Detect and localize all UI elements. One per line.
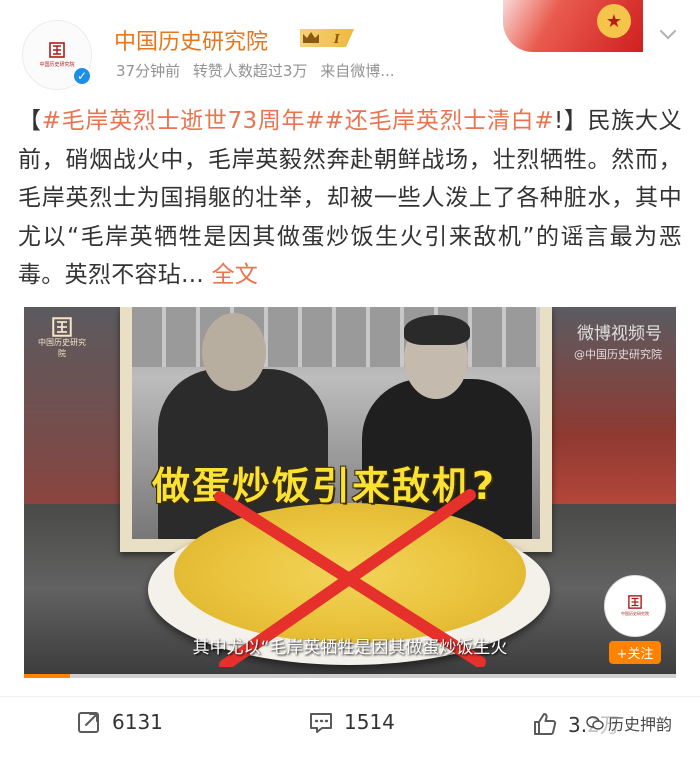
post-body: !】民族大义前，硝烟战火中，毛岸英毅然奔赴朝鲜战场，壮烈牺牲。然而，毛岸英烈士为… bbox=[18, 108, 682, 288]
comment-button[interactable]: 1514 bbox=[308, 709, 395, 735]
thumbs-up-icon bbox=[534, 712, 557, 735]
open-bracket: 【 bbox=[18, 108, 42, 134]
seal-icon bbox=[52, 317, 72, 337]
repost-button[interactable]: 6131 bbox=[76, 709, 163, 735]
seal-icon bbox=[628, 595, 642, 609]
avatar-text: 中国历史研究院 bbox=[39, 62, 75, 68]
channel-logo-text: 中国历史研究院 bbox=[38, 338, 86, 358]
post-text: 【#毛岸英烈士逝世73周年##还毛岸英烈士清白#!】民族大义前，硝烟战火中，毛岸… bbox=[18, 102, 682, 295]
channel-logo: 中国历史研究院 bbox=[38, 317, 86, 359]
star-emblem-icon: ★ bbox=[597, 4, 631, 38]
header-decoration: ★ bbox=[503, 0, 643, 52]
full-text-link[interactable]: 全文 bbox=[212, 262, 259, 288]
source-watermark-text: 历史押韵 bbox=[608, 715, 673, 734]
follow-avatar[interactable]: 中国历史研究院 bbox=[604, 575, 666, 637]
verified-icon: ✓ bbox=[72, 66, 92, 86]
weibo-video-handle: @中国历史研究院 bbox=[574, 348, 662, 361]
seal-icon bbox=[49, 42, 65, 58]
wechat-icon bbox=[586, 716, 604, 730]
video-progress-fill bbox=[24, 674, 70, 678]
video-player[interactable]: 中国历史研究院 微博视频号 @中国历史研究院 做蛋炒饭引来敌机? 其中尤以“毛岸… bbox=[24, 307, 676, 674]
action-bar: 6131 1514 3.2万 历史押韵 bbox=[0, 696, 700, 758]
level-text: I bbox=[333, 32, 340, 46]
post-meta: 37分钟前 转赞人数超过3万 来自微博... bbox=[116, 60, 403, 81]
topic-link-2[interactable]: #还毛岸英烈士清白# bbox=[325, 108, 554, 134]
repost-count: 6131 bbox=[112, 710, 163, 734]
source-watermark: 历史押韵 bbox=[586, 711, 673, 735]
user-name[interactable]: 中国历史研究院 bbox=[114, 24, 268, 56]
follow-button[interactable]: +关注 bbox=[608, 641, 662, 664]
level-badge: I bbox=[300, 29, 354, 47]
topic-link-1[interactable]: #毛岸英烈士逝世73周年# bbox=[42, 108, 325, 134]
chevron-down-icon[interactable] bbox=[656, 22, 680, 46]
reposts-note: 转赞人数超过3万 bbox=[192, 62, 308, 80]
follow-card: 中国历史研究院 +关注 bbox=[602, 575, 668, 664]
comment-icon bbox=[310, 713, 332, 733]
repost-icon bbox=[78, 712, 99, 733]
ellipsis: ... bbox=[181, 262, 204, 288]
weibo-video-watermark: 微博视频号 @中国历史研究院 bbox=[574, 319, 662, 362]
comment-count: 1514 bbox=[344, 710, 395, 734]
video-subtitle: 其中尤以“毛岸英牺牲是因其做蛋炒饭生火 bbox=[192, 638, 508, 658]
follow-avatar-text: 中国历史研究院 bbox=[621, 611, 649, 616]
post-time: 37分钟前 bbox=[116, 62, 181, 80]
video-progress-bar[interactable] bbox=[24, 674, 676, 678]
post-source[interactable]: 来自微博... bbox=[320, 62, 394, 80]
post-header: 中国历史研究院 ✓ 中国历史研究院 I 37分钟前 转赞人数超过3万 来自微博.… bbox=[0, 0, 700, 96]
weibo-video-title: 微博视频号 bbox=[577, 324, 662, 344]
